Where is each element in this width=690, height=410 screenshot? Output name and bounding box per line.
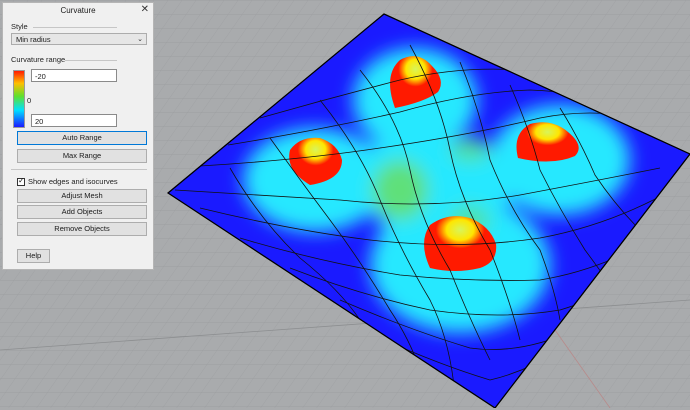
style-dropdown[interactable]: Min radius ⌄ <box>11 33 147 45</box>
min-range-value: -20 <box>35 72 46 81</box>
max-range-button[interactable]: Max Range <box>17 149 147 163</box>
adjust-mesh-button[interactable]: Adjust Mesh <box>17 189 147 203</box>
curvature-panel: Curvature ✕ Style Min radius ⌄ Curvature… <box>2 2 154 270</box>
max-range-value: 20 <box>35 117 44 126</box>
section-divider <box>11 169 147 170</box>
style-label: Style <box>11 22 28 31</box>
chevron-down-icon: ⌄ <box>137 36 143 43</box>
show-edges-checkbox[interactable]: ✓ <box>17 176 25 186</box>
help-button[interactable]: Help <box>17 249 50 263</box>
close-icon[interactable]: ✕ <box>141 5 149 15</box>
max-range-input[interactable]: 20 <box>31 114 117 127</box>
range-divider <box>65 60 117 61</box>
curvature-range-label: Curvature range <box>11 55 66 64</box>
min-range-input[interactable]: -20 <box>31 69 117 82</box>
style-divider <box>33 27 117 28</box>
panel-titlebar[interactable]: Curvature ✕ <box>3 3 153 19</box>
color-scale-bar <box>13 70 25 128</box>
auto-range-button[interactable]: Auto Range <box>17 131 147 145</box>
remove-objects-button[interactable]: Remove Objects <box>17 222 147 236</box>
show-edges-label: Show edges and isocurves <box>28 177 118 186</box>
checkbox-check-icon: ✓ <box>18 176 25 185</box>
panel-title: Curvature <box>60 6 96 15</box>
mid-scale-label: 0 <box>27 96 32 105</box>
style-dropdown-value: Min radius <box>16 35 51 44</box>
add-objects-button[interactable]: Add Objects <box>17 205 147 219</box>
